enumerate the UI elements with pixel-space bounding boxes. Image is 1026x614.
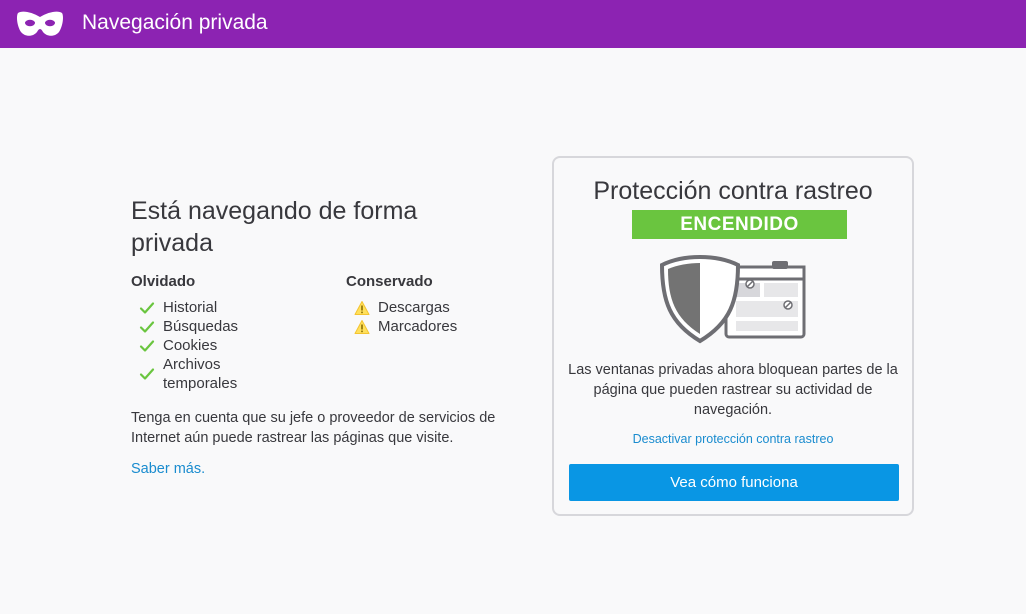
tracking-protection-title: Protección contra rastreo	[593, 177, 873, 205]
learn-more-link[interactable]: Saber más.	[131, 461, 205, 477]
list-item-label: Descargas	[378, 299, 450, 316]
list-item: Búsquedas	[131, 317, 331, 336]
list-item-label: Marcadores	[378, 318, 458, 335]
private-mask-icon	[17, 11, 63, 36]
see-how-it-works-button[interactable]: Vea cómo funciona	[569, 464, 899, 501]
warning-icon	[354, 320, 370, 334]
status-badge: ENCENDIDO	[632, 210, 847, 239]
list-item: Marcadores	[346, 317, 531, 336]
list-item: Archivos temporales	[131, 355, 263, 393]
list-item: Cookies	[131, 336, 331, 355]
list-item-label: Historial	[163, 299, 218, 316]
forgotten-column: Olvidado Historial Búsquedas Cookies Arc…	[131, 273, 331, 393]
kept-title: Conservado	[346, 273, 433, 290]
private-info-section: Está navegando de forma privada Olvidado…	[131, 195, 531, 477]
tracking-description: Las ventanas privadas ahora bloquean par…	[568, 362, 898, 418]
list-item-label: Búsquedas	[163, 318, 239, 335]
warning-icon	[354, 301, 370, 315]
kept-column: Conservado Descargas Marcadores	[346, 273, 531, 336]
private-browsing-header: Navegación privada	[0, 0, 1026, 48]
isp-note: Tenga en cuenta que su jefe o proveedor …	[131, 410, 496, 446]
list-item-label: Archivos temporales	[163, 356, 238, 392]
forgotten-title: Olvidado	[131, 273, 196, 290]
page-title: Navegación privada	[82, 11, 268, 34]
list-item-label: Cookies	[163, 337, 218, 354]
list-item: Historial	[131, 298, 331, 317]
check-icon	[139, 321, 155, 333]
private-heading: Está navegando de forma privada	[131, 197, 418, 257]
shield-illustration-icon	[659, 254, 806, 344]
list-item: Descargas	[346, 298, 531, 317]
tracking-protection-card: Protección contra rastreo ENCENDIDO Las …	[552, 156, 914, 516]
check-icon	[139, 302, 155, 314]
disable-tracking-link[interactable]: Desactivar protección contra rastreo	[554, 432, 912, 446]
check-icon	[139, 340, 155, 352]
check-icon	[139, 368, 155, 380]
